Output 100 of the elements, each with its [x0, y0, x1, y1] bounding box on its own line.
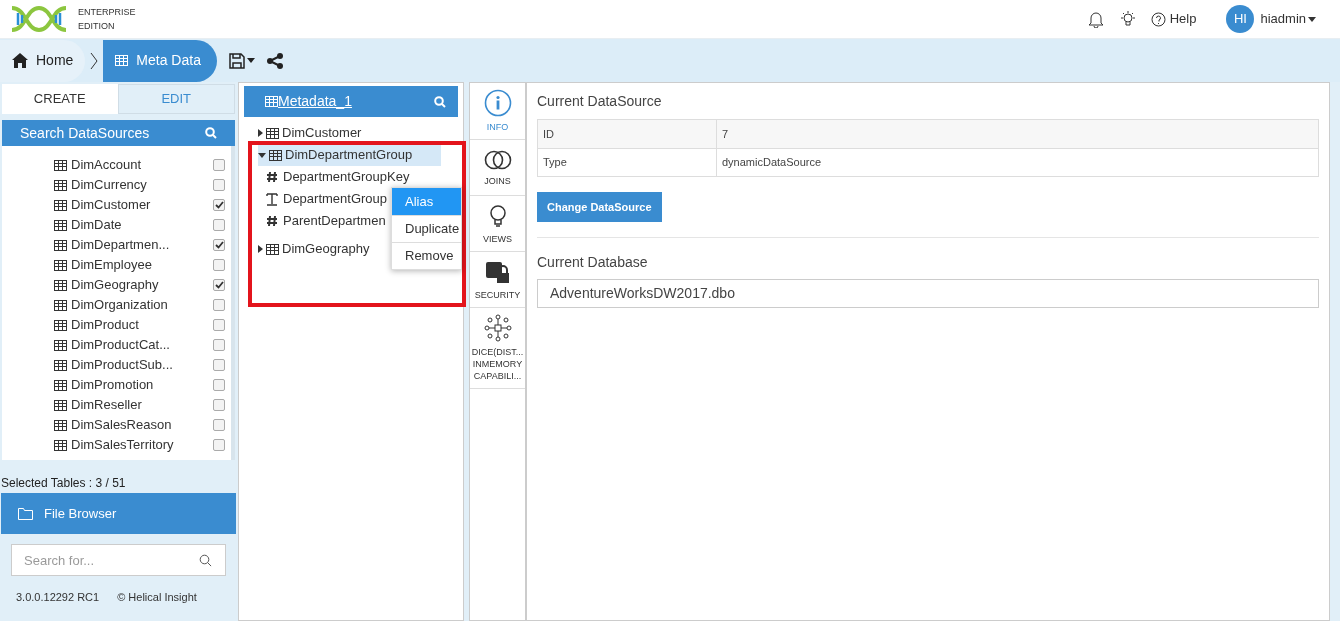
column-name[interactable]: DepartmentGroup	[283, 189, 388, 209]
checkbox[interactable]	[213, 279, 225, 291]
save-button[interactable]	[228, 52, 255, 69]
table-name: DimAccount	[71, 156, 142, 175]
help-icon	[1150, 11, 1166, 27]
checkbox[interactable]	[213, 439, 225, 451]
table-name: DimSalesTerritory	[71, 436, 174, 455]
table-icon	[265, 96, 278, 107]
venn-icon	[483, 148, 512, 171]
table-cell: Type	[538, 149, 717, 176]
side-tab[interactable]: DICE(DIST... INMEMORY CAPABILI...	[470, 308, 525, 389]
tree-node[interactable]: DimDepartmentGroup	[258, 144, 441, 166]
lightbulb-icon[interactable]	[1118, 10, 1137, 28]
menu-item[interactable]: Remove	[392, 242, 461, 269]
checkbox[interactable]	[213, 359, 225, 371]
table-icon	[54, 399, 67, 411]
side-tab[interactable]: SECURITY	[470, 252, 525, 308]
table-name: DimProductCat...	[71, 336, 170, 355]
file-browser-button[interactable]: File Browser	[1, 493, 236, 534]
tree-node[interactable]: DimCustomer	[258, 122, 441, 144]
network-icon	[483, 314, 512, 342]
table-icon	[54, 379, 67, 391]
menu-item[interactable]: Duplicate	[392, 215, 461, 242]
checkbox[interactable]	[213, 239, 225, 251]
table-name: DimProductSub...	[71, 356, 173, 375]
table-name: DimOrganization	[71, 296, 168, 315]
table-name: DimCustomer	[71, 196, 151, 215]
table-icon	[54, 179, 67, 191]
table-icon	[54, 299, 67, 311]
checkbox[interactable]	[213, 319, 225, 331]
table-icon	[54, 359, 67, 371]
home-icon	[12, 53, 28, 68]
change-datasource-button[interactable]: Change DataSource	[537, 192, 662, 222]
expander-icon[interactable]	[258, 152, 266, 158]
checkbox[interactable]	[213, 219, 225, 231]
user-menu[interactable]: hiadmin	[1260, 9, 1316, 29]
table-icon	[54, 259, 67, 271]
tab[interactable]: CREATE	[2, 84, 118, 114]
check-icon	[214, 201, 224, 209]
bell-icon[interactable]	[1086, 10, 1105, 28]
chevron-icon	[89, 50, 100, 71]
side-tab[interactable]: INFO	[470, 83, 525, 140]
table-name: DimEmployee	[71, 256, 152, 275]
table-icon	[115, 55, 129, 66]
checkbox[interactable]	[213, 399, 225, 411]
checkbox[interactable]	[213, 259, 225, 271]
share-icon[interactable]	[266, 52, 283, 69]
checkbox[interactable]	[213, 419, 225, 431]
expander-icon[interactable]	[258, 129, 263, 137]
section-title: Current Database	[537, 253, 649, 272]
breadcrumb-item[interactable]: Home	[0, 39, 86, 82]
copyright-label: © Helical Insight	[117, 590, 197, 605]
column-name[interactable]: DepartmentGroupKey	[283, 167, 410, 187]
table-name: DimGeography	[71, 276, 159, 295]
database-field[interactable]: AdventureWorksDW2017.dbo	[537, 279, 1319, 308]
save-icon	[228, 52, 245, 69]
table-name: DimPromotion	[71, 376, 154, 395]
side-tab[interactable]: JOINS	[470, 140, 525, 196]
version-label: 3.0.0.12292 RC1	[16, 590, 100, 605]
logo-icon	[10, 5, 68, 33]
checkbox[interactable]	[213, 379, 225, 391]
side-tab[interactable]: VIEWS	[470, 196, 525, 252]
metadata-title[interactable]: Metadata_1	[265, 91, 352, 112]
checkbox[interactable]	[213, 179, 225, 191]
table-icon	[54, 239, 67, 251]
avatar[interactable]: HI	[1226, 5, 1255, 33]
table-icon	[266, 127, 279, 139]
table-icon	[54, 199, 67, 211]
help-link[interactable]: Help	[1150, 9, 1197, 29]
checkbox[interactable]	[213, 159, 225, 171]
table-name: DimDepartmen...	[71, 236, 170, 255]
table-name: DimDate	[71, 216, 122, 235]
hash-icon	[266, 215, 278, 227]
table-name: DimCurrency	[71, 176, 147, 195]
check-icon	[214, 241, 224, 249]
table-cell-text: 7	[721, 126, 730, 142]
table-icon	[54, 159, 67, 171]
search-icon	[434, 95, 446, 108]
info-icon	[483, 89, 512, 117]
checkbox[interactable]	[213, 299, 225, 311]
table-icon	[269, 149, 282, 161]
breadcrumb-item[interactable]: Meta Data	[103, 39, 217, 82]
hash-icon	[266, 171, 278, 183]
search-datasources-bar[interactable]: Search DataSources	[2, 120, 235, 146]
check-icon	[214, 281, 224, 289]
table-icon	[266, 243, 279, 255]
search-icon	[199, 554, 212, 567]
checkbox[interactable]	[213, 199, 225, 211]
folder-icon	[18, 507, 34, 520]
column-name[interactable]: ParentDepartmen	[283, 211, 386, 231]
table-icon	[54, 439, 67, 451]
section-title: Current DataSource	[537, 92, 663, 111]
expander-icon[interactable]	[258, 245, 263, 253]
search-field[interactable]: Search for...	[11, 544, 226, 576]
table-icon	[54, 279, 67, 291]
table-icon	[54, 339, 67, 351]
caret-icon	[1308, 16, 1316, 22]
table-icon	[54, 219, 67, 231]
table-icon	[54, 319, 67, 331]
checkbox[interactable]	[213, 339, 225, 351]
